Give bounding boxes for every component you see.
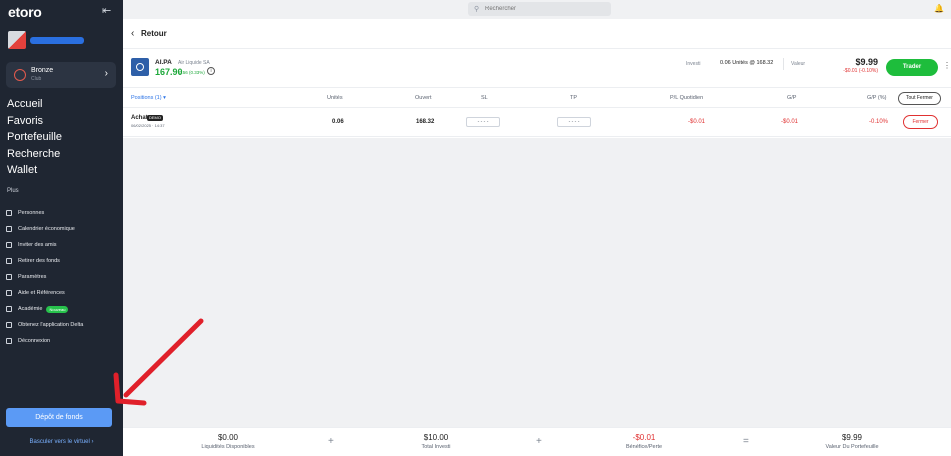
nav-item-recherche[interactable]: Recherche	[7, 146, 62, 163]
table-header: Positions (1) ▾ Unités Ouvert SL TP P/L …	[123, 89, 951, 108]
col-units[interactable]: Unités	[327, 95, 343, 101]
trade-button[interactable]: Trader	[886, 59, 938, 76]
col-sl[interactable]: SL	[481, 95, 488, 101]
col-pl-pct[interactable]: G/P (%)	[867, 95, 886, 101]
nav-item-delta[interactable]: Obtenez l'application Delta	[6, 317, 83, 333]
collapse-sidebar-icon[interactable]: ⇤	[102, 4, 111, 17]
nav-item-portefeuille[interactable]: Portefeuille	[7, 129, 62, 146]
search-icon: ⚲	[474, 6, 480, 13]
main-nav: Accueil Favoris Portefeuille Recherche W…	[7, 96, 62, 179]
portfolio-footer: $0.00 Liquidités Disponibles + $10.00 To…	[123, 427, 951, 456]
tier-sub: Club	[31, 76, 42, 82]
tier-name: Bronze	[31, 67, 54, 74]
instrument-change: 0.56 (0.33%)	[179, 70, 205, 75]
plus-icon: +	[328, 436, 334, 447]
footer-profit-loss: -$0.01 Bénéfice/Perte	[625, 433, 663, 450]
nav-item-retirer[interactable]: Retirer des fonds	[6, 253, 83, 269]
deposit-button[interactable]: Dépôt de fonds	[6, 408, 112, 427]
sidebar: etoro ⇤ Bronze Club › Accueil Favoris Po…	[0, 0, 123, 456]
col-tp[interactable]: TP	[570, 95, 577, 101]
position-pl-pct: -0.10%	[869, 119, 889, 125]
etoro-logo[interactable]: etoro	[8, 4, 42, 20]
withdraw-icon	[6, 258, 12, 264]
close-all-button[interactable]: Tout Fermer	[898, 92, 941, 105]
col-pl[interactable]: G/P	[787, 95, 796, 101]
nav-item-favoris[interactable]: Favoris	[7, 113, 62, 130]
take-profit-field[interactable]: - - - -	[557, 117, 591, 127]
units-info: 0.06 Unités @ 168.32	[720, 60, 774, 66]
switch-virtual-link[interactable]: Basculer vers le virtuel ›	[0, 439, 123, 445]
gear-icon	[6, 274, 12, 280]
empty-area	[123, 138, 951, 427]
info-icon[interactable]: i	[207, 67, 215, 75]
value-label: Valeur	[791, 61, 806, 67]
top-bar: ⚲ 🔔	[123, 0, 951, 19]
nav-item-personnes[interactable]: Personnes	[6, 205, 83, 221]
nav-item-academie[interactable]: Académie Nouveau	[6, 301, 83, 317]
more-section-label: Plus	[7, 188, 19, 194]
nav-item-inviter[interactable]: Inviter des amis	[6, 237, 83, 253]
sub-nav: Personnes Calendrier économique Inviter …	[6, 205, 83, 349]
position-value: $9.99	[855, 57, 878, 67]
close-position-button[interactable]: Fermer	[903, 115, 938, 129]
delta-icon	[6, 322, 12, 328]
nav-item-aide[interactable]: Aide et Références	[6, 285, 83, 301]
instrument-logo	[131, 58, 149, 76]
avatar[interactable]	[8, 31, 26, 49]
footer-portfolio-value: $9.99 Valeur Du Portefeuille	[825, 433, 879, 450]
nav-item-parametres[interactable]: Paramètres	[6, 269, 83, 285]
help-icon	[6, 290, 12, 296]
col-open[interactable]: Ouvert	[415, 95, 432, 101]
new-badge: Nouveau	[46, 305, 69, 313]
logout-icon	[6, 338, 12, 344]
academy-icon	[6, 306, 12, 312]
more-options-icon[interactable]: ⋮	[943, 61, 951, 70]
position-open-rate: 168.32	[416, 119, 435, 125]
positions-dropdown[interactable]: Positions (1) ▾	[131, 95, 166, 101]
invite-icon	[6, 242, 12, 248]
username-redacted[interactable]	[30, 37, 84, 44]
equals-icon: =	[743, 436, 749, 447]
position-pl: -$0.01	[781, 119, 799, 125]
footer-available-cash: $0.00 Liquidités Disponibles	[201, 433, 255, 450]
calendar-icon	[6, 226, 12, 232]
nav-item-accueil[interactable]: Accueil	[7, 96, 62, 113]
col-daily-pl[interactable]: P/L Quotidien	[670, 95, 703, 101]
main-content: ‹ Retour AI.PA Air Liquide SA 167.90 0.5…	[123, 19, 951, 427]
back-button[interactable]: Retour	[141, 29, 167, 38]
tier-icon	[14, 69, 26, 81]
position-daily-pl: -$0.01	[688, 119, 706, 125]
instrument-ticker[interactable]: AI.PA	[155, 59, 172, 66]
instrument-name: Air Liquide SA	[178, 60, 210, 66]
table-row[interactable]: Achat DEMO 06/02/2025 · 14:37 0.06 168.3…	[123, 109, 951, 137]
position-pl: -$0.01 (-0.10%)	[843, 68, 878, 74]
divider	[783, 58, 784, 70]
open-date: 06/02/2025 · 14:37	[131, 123, 165, 128]
demo-badge: DEMO	[147, 115, 163, 121]
club-tier-card[interactable]: Bronze Club ›	[6, 62, 116, 88]
footer-total-invested: $10.00 Total Investi	[421, 433, 451, 450]
chevron-right-icon: ›	[104, 68, 108, 79]
bell-icon[interactable]: 🔔	[934, 4, 944, 13]
nav-item-wallet[interactable]: Wallet	[7, 162, 62, 179]
stop-loss-field[interactable]: - - - -	[466, 117, 500, 127]
search-box[interactable]: ⚲	[468, 2, 611, 16]
position-units: 0.06	[332, 119, 344, 125]
back-row: ‹ Retour	[123, 19, 951, 49]
position-side: Achat	[131, 115, 148, 121]
instrument-header: AI.PA Air Liquide SA 167.90 0.56 (0.33%)…	[123, 50, 951, 88]
search-input[interactable]	[485, 4, 605, 14]
invested-label: Investi	[686, 61, 701, 67]
nav-item-deconnexion[interactable]: Déconnexion	[6, 333, 83, 349]
people-icon	[6, 210, 12, 216]
nav-item-calendrier[interactable]: Calendrier économique	[6, 221, 83, 237]
plus-icon: +	[536, 436, 542, 447]
chevron-left-icon[interactable]: ‹	[131, 28, 134, 39]
